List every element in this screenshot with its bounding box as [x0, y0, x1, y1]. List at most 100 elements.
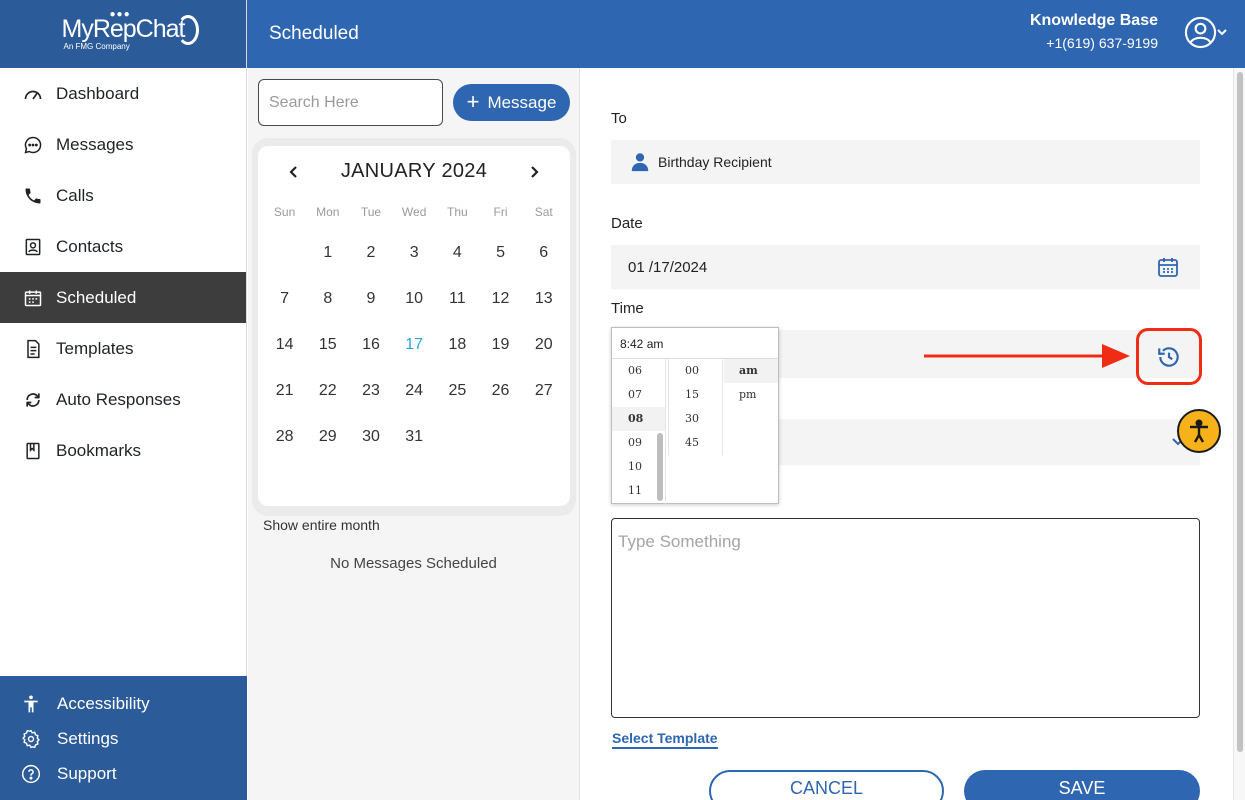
- avatar-icon[interactable]: [1184, 16, 1217, 49]
- sidebar-item-auto-responses[interactable]: Auto Responses: [0, 374, 246, 425]
- calendar-day[interactable]: 14: [263, 322, 306, 368]
- page-scrollbar[interactable]: [1233, 68, 1245, 800]
- search-input[interactable]: [258, 79, 443, 126]
- minute-option[interactable]: 15: [669, 383, 722, 407]
- calendar-day[interactable]: 15: [306, 322, 349, 368]
- calendar-day[interactable]: 29: [306, 414, 349, 460]
- calendar-day[interactable]: 22: [306, 368, 349, 414]
- minute-option[interactable]: 00: [669, 359, 722, 383]
- calendar-day[interactable]: 7: [263, 276, 306, 322]
- time-picker-input[interactable]: 8:42 am: [612, 328, 778, 359]
- select-template-link[interactable]: Select Template: [612, 730, 718, 749]
- scrollbar-thumb[interactable]: [1237, 72, 1243, 752]
- sidebar-footer: Accessibility Settings Support: [0, 676, 247, 800]
- sidebar-item-messages[interactable]: Messages: [0, 119, 246, 170]
- calendar-day[interactable]: 30: [349, 414, 392, 460]
- person-icon: [631, 153, 649, 172]
- refresh-icon: [22, 389, 44, 411]
- account-name: Knowledge Base: [1029, 12, 1158, 29]
- weekday-label: Tue: [360, 205, 382, 219]
- calendar-icon: [22, 287, 44, 309]
- hour-option[interactable]: 06: [612, 359, 665, 383]
- cancel-button[interactable]: CANCEL: [709, 770, 944, 800]
- calendar-day[interactable]: 2: [349, 230, 392, 276]
- calendar-day[interactable]: 8: [306, 276, 349, 322]
- minute-option[interactable]: 45: [669, 431, 722, 455]
- show-entire-month-link[interactable]: Show entire month: [263, 517, 380, 533]
- minute-list: 00 15 30 45: [668, 359, 723, 455]
- sidebar-item-calls[interactable]: Calls: [0, 170, 246, 221]
- calendar-day[interactable]: 1: [306, 230, 349, 276]
- calendar-day[interactable]: 6: [522, 230, 565, 276]
- recipient-field[interactable]: Birthday Recipient: [611, 140, 1200, 184]
- chat-bubble-icon: [22, 134, 44, 156]
- calendar-day[interactable]: 5: [479, 230, 522, 276]
- calendar-day[interactable]: 16: [349, 322, 392, 368]
- calendar-day[interactable]: 4: [436, 230, 479, 276]
- hour-option[interactable]: 07: [612, 383, 665, 407]
- sidebar-nav: Dashboard Messages Calls Contacts Schedu…: [0, 68, 246, 476]
- book-icon: [22, 440, 44, 462]
- calendar-day[interactable]: 17: [393, 322, 436, 368]
- weekday-label: Wed: [401, 205, 427, 219]
- calendar-day[interactable]: 28: [263, 414, 306, 460]
- calendar-day[interactable]: 9: [349, 276, 392, 322]
- calendar-day[interactable]: 23: [349, 368, 392, 414]
- calendar-picker-icon[interactable]: [1156, 255, 1180, 279]
- calendar-day[interactable]: 20: [522, 322, 565, 368]
- time-history-button[interactable]: [1136, 328, 1202, 385]
- calendar-day[interactable]: 13: [522, 276, 565, 322]
- accessibility-widget-button[interactable]: [1177, 409, 1221, 453]
- sidebar-item-scheduled[interactable]: Scheduled: [0, 272, 246, 323]
- ampm-option[interactable]: am: [724, 359, 778, 383]
- page-title: Scheduled: [269, 23, 359, 44]
- message-textarea[interactable]: [611, 518, 1200, 718]
- calendar-day[interactable]: 31: [393, 414, 436, 460]
- minute-option[interactable]: 30: [669, 407, 722, 431]
- sidebar-item-accessibility[interactable]: Accessibility: [0, 686, 247, 721]
- sidebar-item-label: Messages: [56, 134, 134, 154]
- sidebar-item-contacts[interactable]: Contacts: [0, 221, 246, 272]
- sidebar-item-support[interactable]: Support: [0, 756, 247, 791]
- contact-card-icon: [22, 236, 44, 258]
- calendar-day[interactable]: 3: [393, 230, 436, 276]
- calendar-day[interactable]: 10: [393, 276, 436, 322]
- sidebar-item-dashboard[interactable]: Dashboard: [0, 68, 246, 119]
- sidebar-item-label: Calls: [56, 185, 94, 205]
- chevron-down-icon[interactable]: [1217, 27, 1227, 37]
- new-message-button[interactable]: + Message: [453, 84, 570, 121]
- weekday-label: Fri: [493, 205, 508, 219]
- sidebar-item-label: Scheduled: [56, 287, 137, 307]
- arrow-annotation-icon: [924, 344, 1130, 368]
- calendar-day[interactable]: 18: [436, 322, 479, 368]
- hour-scrollbar[interactable]: [657, 433, 663, 501]
- calendar-days: 1 2 3 4 5 6 7 8 9 10 11 12 13 14 15 16 17 18 19 20 21 22 23 24 2…: [263, 230, 565, 460]
- accessibility-icon: [20, 693, 42, 715]
- sidebar-item-templates[interactable]: Templates: [0, 323, 246, 374]
- sidebar-item-label: Contacts: [56, 236, 124, 256]
- sidebar-item-settings[interactable]: Settings: [0, 721, 247, 756]
- sidebar-item-bookmarks[interactable]: Bookmarks: [0, 425, 246, 476]
- weekday-label: Mon: [316, 205, 340, 219]
- plus-icon: +: [466, 88, 480, 114]
- calendar-day[interactable]: 26: [479, 368, 522, 414]
- calendar-day[interactable]: 11: [436, 276, 479, 322]
- calendar-day[interactable]: 25: [436, 368, 479, 414]
- logo-area[interactable]: ●●● MyRepChat An FMG Company: [0, 0, 246, 68]
- ampm-option[interactable]: pm: [724, 383, 778, 407]
- weekday-label: Sat: [534, 205, 553, 219]
- calendar-day[interactable]: 21: [263, 368, 306, 414]
- chat-bubble-logo-icon: [176, 15, 199, 45]
- chevron-right-icon[interactable]: [524, 162, 544, 182]
- date-input[interactable]: 01 /17/2024: [611, 245, 1200, 289]
- sidebar-item-label: Dashboard: [56, 83, 140, 103]
- question-icon: [20, 763, 42, 785]
- save-button[interactable]: SAVE: [964, 770, 1200, 800]
- calendar-day[interactable]: 27: [522, 368, 565, 414]
- hour-option[interactable]: 08: [612, 407, 665, 431]
- calendar-day[interactable]: 19: [479, 322, 522, 368]
- account-info[interactable]: Knowledge Base +1(619) 637-9199: [1030, 12, 1158, 51]
- calendar-day[interactable]: 24: [393, 368, 436, 414]
- calendar-day[interactable]: 12: [479, 276, 522, 322]
- new-message-label: Message: [487, 92, 557, 112]
